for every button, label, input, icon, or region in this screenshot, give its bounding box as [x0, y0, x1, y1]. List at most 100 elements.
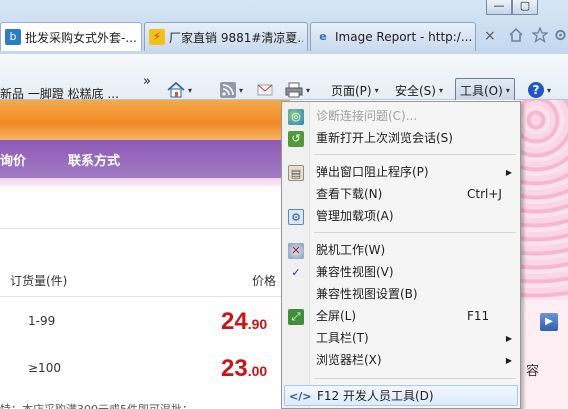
menu-item-popup-blocker[interactable]: ▤ 弹出窗口阻止程序(P) ▶ — [284, 162, 518, 183]
price-decimal: .90 — [247, 316, 268, 332]
globe-icon: ◎ — [288, 109, 304, 125]
print-button[interactable]: ▾ — [281, 79, 314, 101]
menu-item-developer-tools[interactable]: </> F12 开发人员工具(D) — [284, 385, 518, 406]
menu-item-reopen-session[interactable]: ↺ 重新打开上次浏览会话(S) — [284, 128, 518, 149]
menu-item-label: 查看下载(N) — [316, 187, 383, 201]
menu-item-label: 管理加载项(A) — [316, 209, 394, 223]
menu-item-compatibility-view[interactable]: ✓ 兼容性视图(V) — [284, 262, 518, 283]
menu-item-label: 浏览器栏(X) — [316, 353, 382, 367]
home-icon[interactable] — [508, 27, 524, 43]
menu-item-compatibility-settings[interactable]: 兼容性视图设置(B) — [284, 284, 518, 305]
menu-item-label: 全屏(L) — [316, 309, 357, 323]
carousel-next-button[interactable]: ▶ — [540, 313, 558, 331]
site-favicon-icon: b — [5, 29, 21, 45]
menu-separator — [314, 232, 516, 233]
site-favicon-icon: ⚡ — [149, 29, 165, 45]
help-button[interactable]: ? ▾ — [524, 79, 555, 101]
chevron-down-icon: ▾ — [306, 85, 311, 95]
home-icon — [167, 82, 185, 98]
menu-item-label: F12 开发人员工具(D) — [317, 389, 434, 403]
menu-item-explorer-bars[interactable]: 浏览器栏(X) ▶ — [284, 350, 518, 371]
home-button[interactable]: ▾ — [163, 79, 196, 101]
price-integer: 23 — [221, 355, 248, 382]
menu-item-label: 脱机工作(W) — [316, 243, 386, 257]
tab-label: 批发采购女式外套-... — [25, 30, 137, 45]
dev-tools-icon: </> — [289, 390, 312, 403]
checkmark-icon: ✓ — [291, 266, 301, 279]
ie-page-icon: e — [319, 30, 327, 43]
chevron-down-icon: ▾ — [438, 85, 443, 95]
chevron-down-icon: ▾ — [374, 85, 379, 95]
submenu-arrow-icon: ▶ — [505, 334, 512, 343]
rss-feed-icon — [220, 82, 236, 98]
chevron-down-icon: ▾ — [547, 85, 552, 95]
tab-2[interactable]: ⚡ 厂家直销 9881#清凉夏... — [144, 22, 308, 51]
quantity-tier: 1-99 — [28, 314, 56, 328]
column-header-quantity: 订货量(件) — [10, 274, 68, 288]
menu-item-label: 弹出窗口阻止程序(P) — [316, 165, 429, 179]
chevron-down-icon: ▾ — [188, 85, 193, 95]
menu-item-diagnose-connection[interactable]: ◎ 诊断连接问题(C)... — [284, 106, 518, 127]
nav-bar: 询价 联系方式 — [0, 140, 290, 178]
tools-menu-label: 工具(O) — [460, 83, 503, 98]
favorites-star-icon[interactable] — [532, 27, 548, 43]
price-value: 24.90 — [221, 308, 267, 336]
tab-label: 厂家直销 9881#清凉夏... — [169, 30, 303, 45]
menu-item-manage-addons[interactable]: ⚙ 管理加载项(A) — [284, 206, 518, 227]
price-decimal: .00 — [247, 363, 268, 379]
price-value: 23.00 — [221, 355, 267, 383]
menu-item-shortcut: F11 — [467, 309, 490, 323]
nav-item-contact[interactable]: 联系方式 — [68, 150, 120, 169]
tab-label: Image Report - http:/... — [335, 30, 471, 44]
tools-menu-button[interactable]: 工具(O) ▾ — [455, 78, 515, 102]
addons-icon: ⚙ — [288, 209, 304, 225]
mail-icon — [257, 84, 273, 96]
fullscreen-icon: ⤢ — [288, 309, 304, 325]
menu-item-label: 兼容性视图(V) — [316, 265, 394, 279]
tools-dropdown-menu: ◎ 诊断连接问题(C)... ↺ 重新打开上次浏览会话(S) ▤ 弹出窗口阻止程… — [281, 101, 521, 409]
printer-icon — [285, 82, 303, 98]
maximize-button[interactable]: ▢ — [512, 0, 538, 15]
menu-separator — [314, 154, 516, 155]
tab-close-icon[interactable]: × — [484, 28, 496, 44]
page-menu-label: 页面(P) — [331, 83, 372, 98]
side-text: 容 — [526, 364, 540, 379]
tab-3[interactable]: e Image Report - http:/... — [310, 22, 476, 51]
menu-item-shortcut: Ctrl+J — [467, 187, 502, 201]
help-icon: ? — [528, 82, 544, 98]
offline-icon: ✕ — [288, 243, 304, 259]
safety-menu-label: 安全(S) — [395, 83, 436, 98]
nav-item-inquiry[interactable]: 询价 — [0, 150, 26, 169]
feeds-button[interactable]: ▾ — [216, 79, 247, 101]
command-bar: 新品 一脚蹬 松糕底 ... » ▾ ▾ ▾ 页面(P) ▾ 安全(S) ▾ 工… — [0, 54, 568, 102]
menu-item-label: 工具栏(T) — [316, 331, 369, 345]
submenu-arrow-icon: ▶ — [505, 168, 512, 177]
menu-item-view-downloads[interactable]: 查看下载(N) Ctrl+J — [284, 184, 518, 205]
divider — [0, 296, 290, 297]
price-integer: 24 — [221, 308, 248, 335]
quantity-tier: ≥100 — [28, 361, 61, 375]
chevron-overflow-icon[interactable]: » — [143, 70, 151, 92]
menu-item-label: 诊断连接问题(C)... — [316, 109, 418, 123]
chevron-down-icon: ▾ — [239, 85, 244, 95]
column-header-price: 价格 — [252, 274, 277, 288]
menu-item-toolbars[interactable]: 工具栏(T) ▶ — [284, 328, 518, 349]
reopen-icon: ↺ — [288, 131, 304, 147]
safety-menu-button[interactable]: 安全(S) ▾ — [391, 79, 447, 101]
chevron-down-icon: ▾ — [505, 85, 510, 95]
page-menu-button[interactable]: 页面(P) ▾ — [327, 79, 383, 101]
settings-gear-icon[interactable] — [553, 27, 568, 43]
tab-strip: — ▢ b 批发采购女式外套-... ⚡ 厂家直销 9881#清凉夏... e … — [0, 0, 568, 54]
tab-active[interactable]: b 批发采购女式外套-... — [0, 22, 142, 51]
submenu-arrow-icon: ▶ — [505, 356, 512, 365]
read-mail-button[interactable] — [253, 79, 277, 101]
popup-blocker-icon: ▤ — [288, 165, 304, 181]
decorative-strip — [0, 178, 290, 186]
menu-separator — [314, 378, 516, 379]
menu-item-label: 兼容性视图设置(B) — [316, 287, 418, 301]
menu-item-label: 重新打开上次浏览会话(S) — [316, 131, 453, 145]
footer-note: 特：本店采购满300元或5件即可混批； — [0, 401, 193, 409]
menu-item-fullscreen[interactable]: ⤢ 全屏(L) F11 — [284, 306, 518, 327]
menu-item-work-offline[interactable]: ✕ 脱机工作(W) — [284, 240, 518, 261]
minimize-button[interactable]: — — [486, 0, 512, 15]
